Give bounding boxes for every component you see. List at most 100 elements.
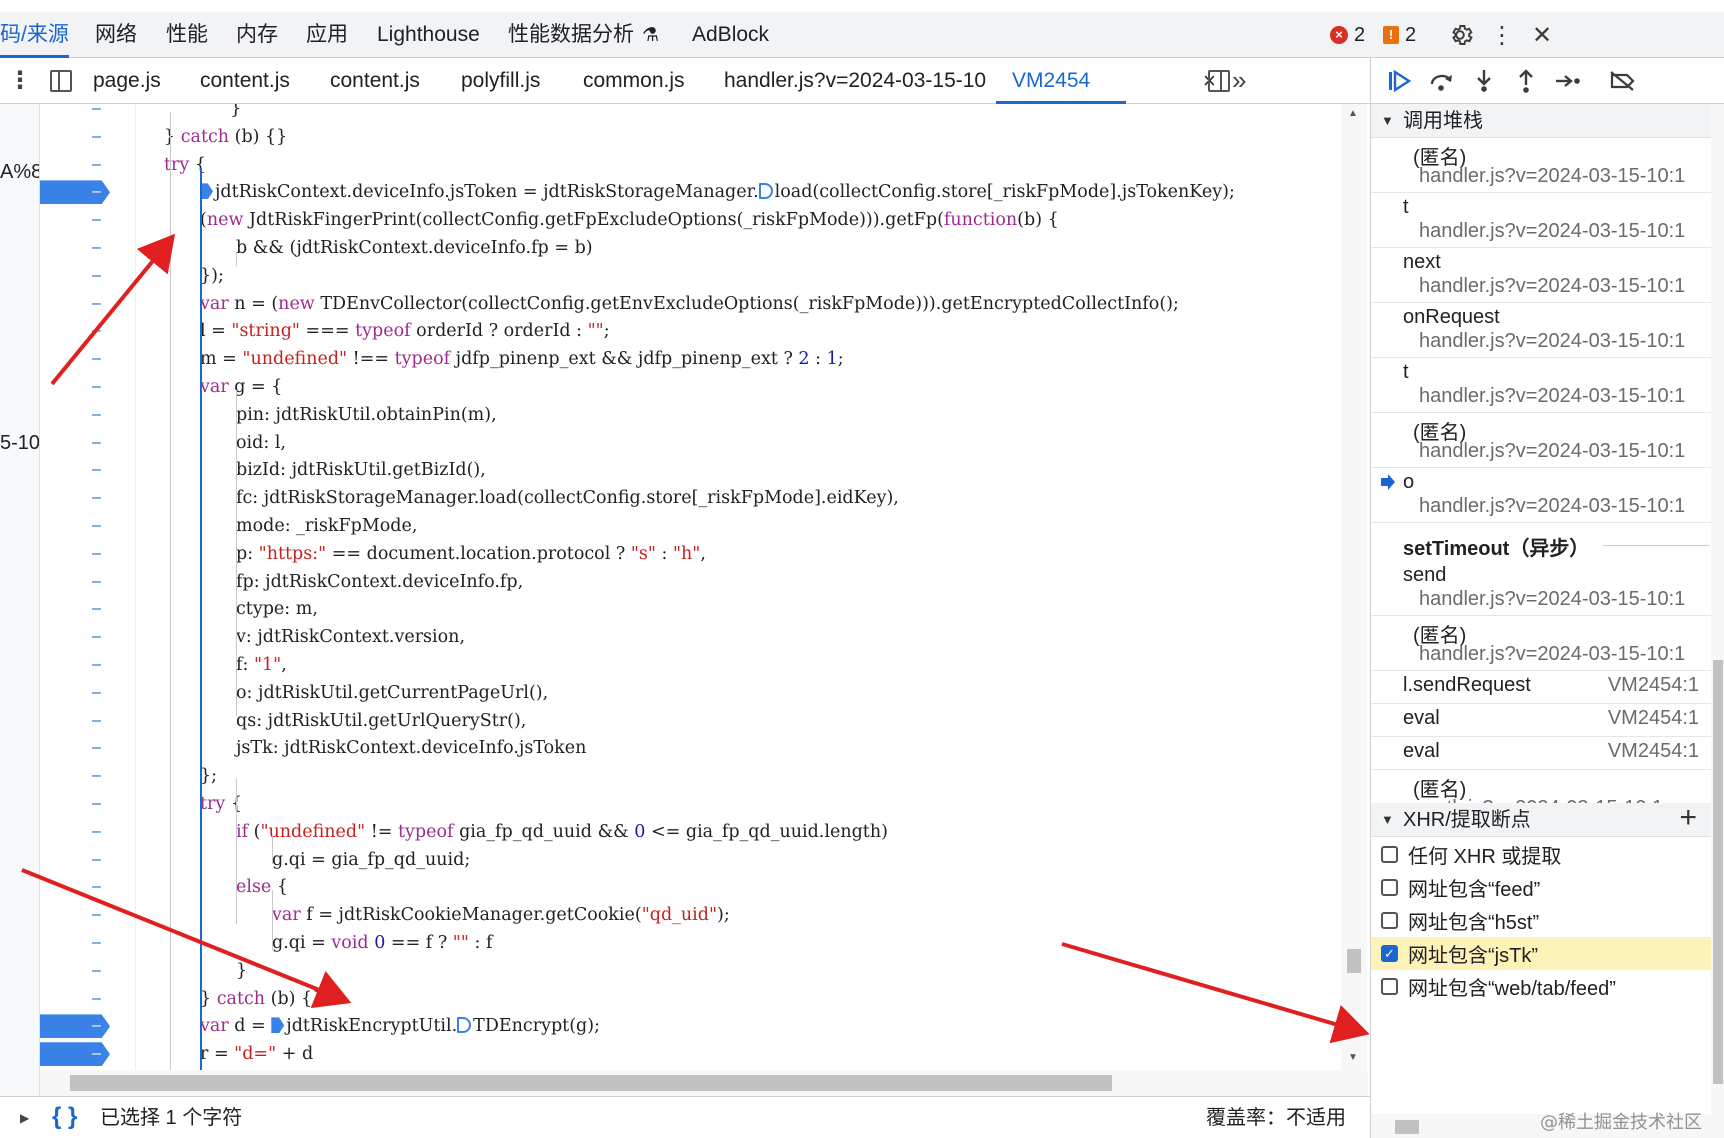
tab-adblock[interactable]: AdBlock xyxy=(692,12,769,58)
code-line[interactable]: l = "string" === typeof orderId ? orderI… xyxy=(200,317,610,345)
gutter-line[interactable]: – xyxy=(40,985,136,1013)
gutter-line[interactable]: – xyxy=(40,512,136,540)
xhr-breakpoint-item[interactable]: 网址包含“feed” xyxy=(1371,871,1711,904)
file-tab-vm2454[interactable]: VM2454 xyxy=(995,58,1127,104)
callstack-frame[interactable]: onRequest handler.js?v=2024-03-15-10:1 xyxy=(1371,303,1711,358)
navigator-menu-icon[interactable]: ⋮ xyxy=(8,58,32,104)
code-line[interactable]: m = "undefined" !== typeof jdfp_pinenp_e… xyxy=(200,345,844,373)
inline-breakpoint-marker[interactable] xyxy=(457,1017,472,1034)
callstack-frame[interactable]: (匿名) handler.js?v=2024-03-15-10:1 xyxy=(1371,138,1711,193)
file-tab-content-js[interactable]: content.js xyxy=(200,58,290,104)
inline-breakpoint-marker[interactable] xyxy=(758,183,773,200)
tab-memory[interactable]: 内存 xyxy=(236,12,278,58)
file-tab-common-js[interactable]: common.js xyxy=(583,58,685,104)
code-line[interactable]: g.qi = void 0 == f ? "" : f xyxy=(272,929,492,957)
breakpoint-line-marker[interactable]: – xyxy=(40,1040,136,1068)
code-line[interactable]: oid: l, xyxy=(236,429,286,457)
callstack-frame[interactable]: t handler.js?v=2024-03-15-10:1 xyxy=(1371,358,1711,413)
code-line[interactable]: p: "https:" == document.location.protoco… xyxy=(236,540,706,568)
close-icon[interactable]: ✕ xyxy=(1527,20,1557,50)
step-icon[interactable] xyxy=(1551,66,1585,96)
tab-network[interactable]: 网络 xyxy=(95,12,137,58)
add-xhr-breakpoint-icon[interactable]: + xyxy=(1679,801,1697,835)
gutter-line[interactable]: – xyxy=(40,846,136,874)
step-into-icon[interactable] xyxy=(1467,66,1501,96)
toggle-debugger-icon[interactable] xyxy=(1208,70,1230,92)
xhr-breakpoints-section-header[interactable]: ▼ XHR/提取断点 + xyxy=(1371,801,1711,837)
gutter-line[interactable]: – xyxy=(40,873,136,901)
code-line[interactable]: fp: jdtRiskContext.deviceInfo.fp, xyxy=(236,568,523,596)
more-tabs-chevron-icon[interactable]: » xyxy=(1232,58,1246,104)
gutter-line[interactable]: – xyxy=(40,957,136,985)
editor-vertical-scrollbar[interactable]: ▲ ▼ xyxy=(1341,104,1367,1070)
tab-sources[interactable]: 码/来源 xyxy=(0,12,69,58)
gutter-line[interactable]: – xyxy=(40,290,136,318)
code-line[interactable]: v: jdtRiskContext.version, xyxy=(236,623,465,651)
gutter-line[interactable]: – xyxy=(40,234,136,262)
gutter-line[interactable]: – xyxy=(40,429,136,457)
callstack-frame[interactable]: l.sendRequest VM2454:1 xyxy=(1371,671,1711,704)
gutter-line[interactable]: – xyxy=(40,595,136,623)
warning-count-badge[interactable]: ! 2 xyxy=(1383,24,1416,46)
xhr-breakpoint-checkbox[interactable]: ✓ xyxy=(1381,945,1398,962)
code-line[interactable]: bizId: jdtRiskUtil.getBizId(), xyxy=(236,456,486,484)
gutter-line[interactable]: – xyxy=(40,484,136,512)
code-line[interactable]: mode: _riskFpMode, xyxy=(236,512,417,540)
gutter-line[interactable]: – xyxy=(40,679,136,707)
deactivate-breakpoints-icon[interactable] xyxy=(1605,66,1639,96)
more-vertical-icon[interactable]: ⋮ xyxy=(1487,20,1517,50)
xhr-breakpoint-checkbox[interactable] xyxy=(1381,912,1398,929)
gutter-line[interactable]: – xyxy=(40,707,136,735)
debugger-vertical-scrollbar-thumb[interactable] xyxy=(1713,660,1723,1084)
code-line[interactable]: g.qi = gia_fp_qd_uuid; xyxy=(272,846,470,874)
tab-lighthouse[interactable]: Lighthouse xyxy=(377,12,480,58)
navigator-fragment[interactable]: 5-10 xyxy=(0,432,39,455)
code-line[interactable]: }); xyxy=(200,262,224,290)
gutter-line[interactable]: – xyxy=(40,104,136,123)
step-over-icon[interactable] xyxy=(1425,66,1459,96)
gutter-line[interactable]: – xyxy=(40,456,136,484)
breakpoint-line-marker[interactable]: – xyxy=(40,178,136,206)
file-tab-content-js-2[interactable]: content.js xyxy=(330,58,420,104)
gutter-line[interactable]: – xyxy=(40,123,136,151)
code-line[interactable]: var n = (new TDEnvCollector (collectConfi… xyxy=(200,290,1179,318)
code-line[interactable]: b && (jdtRiskContext.deviceInfo.fp = b) xyxy=(236,234,593,262)
gutter-line[interactable]: – xyxy=(40,623,136,651)
gutter-line[interactable]: – xyxy=(40,373,136,401)
code-line[interactable]: fc: jdtRiskStorageManager.load(collectCo… xyxy=(236,484,899,512)
code-line[interactable]: else { xyxy=(236,873,288,901)
code-line[interactable]: var g = { xyxy=(200,373,282,401)
callstack-frame[interactable]: t handler.js?v=2024-03-15-10:1 xyxy=(1371,193,1711,248)
gutter-line[interactable]: – xyxy=(40,206,136,234)
gutter-line[interactable]: – xyxy=(40,790,136,818)
gutter-line[interactable]: – xyxy=(40,540,136,568)
code-line[interactable]: } xyxy=(236,957,247,985)
pretty-print-icon[interactable]: { } xyxy=(52,1103,77,1131)
status-left-chevron-icon[interactable]: ▶ xyxy=(20,1111,29,1125)
toggle-navigator-icon[interactable] xyxy=(50,70,72,92)
code-line[interactable]: pin: jdtRiskUtil.obtainPin(m), xyxy=(236,401,497,429)
file-tab-polyfill-js[interactable]: polyfill.js xyxy=(461,58,540,104)
xhr-breakpoint-item[interactable]: 网址包含“web/tab/feed” xyxy=(1371,970,1711,1003)
file-tab-page-js[interactable]: page.js xyxy=(93,58,161,104)
gutter-line[interactable]: – xyxy=(40,317,136,345)
callstack-frame[interactable]: next handler.js?v=2024-03-15-10:1 xyxy=(1371,248,1711,303)
tab-performance-insights[interactable]: 性能数据分析 ⚗ xyxy=(508,12,659,58)
editor-vertical-scrollbar-thumb[interactable] xyxy=(1347,949,1361,973)
editor-horizontal-scrollbar-thumb[interactable] xyxy=(70,1075,1112,1091)
code-line[interactable]: (new JdtRiskFingerPrint(collectConfig.ge… xyxy=(200,206,1059,234)
gutter-line[interactable]: – xyxy=(40,262,136,290)
code-line[interactable]: var d = jdtRiskEncryptUtil. TDEncrypt(g); xyxy=(200,1012,600,1040)
xhr-breakpoint-item[interactable]: 任何 XHR 或提取 xyxy=(1371,838,1711,871)
code-editor[interactable]: – – – – – – – – – – – – – – – – – – – – – – – – – – – – – – – – – – – }} c… xyxy=(40,104,1368,1070)
callstack-frame[interactable]: o handler.js?v=2024-03-15-10:1 xyxy=(1371,468,1711,523)
gutter-line[interactable]: – xyxy=(40,762,136,790)
tab-application[interactable]: 应用 xyxy=(306,12,348,58)
settings-gear-icon[interactable] xyxy=(1445,20,1475,50)
gutter-line[interactable]: – xyxy=(40,345,136,373)
callstack-section-header[interactable]: ▼ 调用堆栈 xyxy=(1371,104,1711,138)
callstack-frame[interactable]: (匿名) handler.js?v=2024-03-15-10:1 xyxy=(1371,616,1711,671)
code-line[interactable]: qs: jdtRiskUtil.getUrlQueryStr(), xyxy=(236,707,526,735)
tab-performance[interactable]: 性能 xyxy=(166,12,208,58)
gutter-line[interactable]: – xyxy=(40,901,136,929)
